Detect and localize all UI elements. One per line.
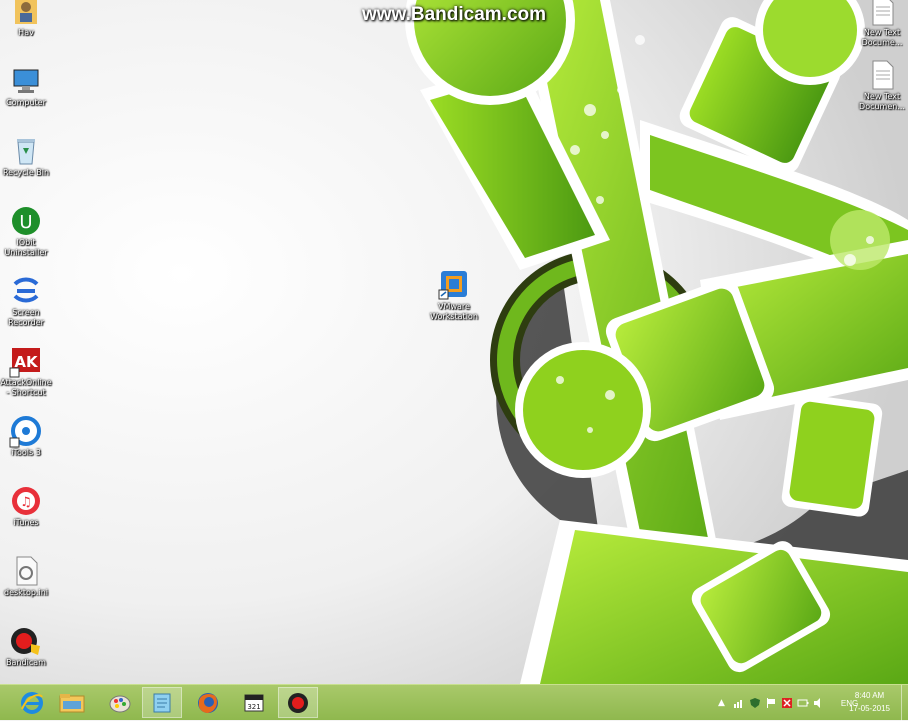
desktop-icon-attack-shortcut[interactable]: AK AttackOnline - Shortcut [0,344,52,398]
taskbar-clock[interactable]: 8:40 AM 17-05-2015 [849,689,890,715]
notepad-icon [153,693,171,712]
desktop-icon-recycle-bin[interactable]: Recycle Bin [0,134,52,178]
attack-shortcut-icon: AK [9,344,43,378]
svg-text:U: U [19,212,32,233]
flag-icon[interactable] [765,697,777,709]
text-document-icon [865,0,899,28]
paint-button[interactable] [100,687,140,718]
power-icon[interactable] [797,697,809,709]
error-icon[interactable] [781,697,793,709]
user-folder-icon [9,0,43,28]
itools-icon [9,414,43,448]
show-desktop-button[interactable] [901,685,908,721]
recycle-bin-icon [9,134,43,168]
internet-explorer-icon [21,691,43,714]
desktop-icon-text-document[interactable]: New Text Documen... [856,58,908,112]
network-icon[interactable] [733,697,745,709]
vmware-workstation-shortcut[interactable]: VMware Workstation [428,268,480,322]
media-player-classic-icon: 321 [244,694,264,711]
desktop-icon-text-document[interactable]: New Text Docume... [856,0,908,48]
system-tray: ▲ ENG [718,685,858,721]
taskbar: 321 ▲ ENG 8:40 AM 17-05-2015 [0,684,908,721]
desktop-icon-iobit-uninstaller[interactable]: U IObit Uninstaller [0,204,52,258]
bandicam-icon [9,624,43,658]
bandicam-record-icon [288,692,308,713]
desktop-icon-screen-recorder[interactable]: Screen Recorder [0,274,52,328]
desktop-icon-ini-file[interactable]: desktop.ini [0,554,52,598]
desktop-wallpaper [0,0,908,684]
paint-icon [109,695,131,712]
screen-recorder-icon [9,274,43,308]
firefox-button[interactable] [188,687,228,718]
tray-overflow-chevron-icon[interactable]: ▲ [718,698,725,708]
desktop-icon-itools[interactable]: iTools 3 [0,414,52,458]
desktop-icon-label: IObit Uninstaller [4,238,48,257]
file-explorer-icon [59,693,85,712]
text-document-icon [865,58,899,92]
media-player-classic-button[interactable]: 321 [234,687,274,718]
desktop-icon-label: New Text Docume... [861,28,903,47]
desktop-icon-label: VMware Workstation [430,302,478,321]
bandicam-record-button[interactable] [278,687,318,718]
desktop-icon-label: Screen Recorder [8,308,44,327]
desktop-icon-label: New Text Documen... [859,92,905,111]
desktop-icon-label: Hav [18,28,34,37]
firefox-icon [198,692,218,713]
desktop-icon-label: iTunes [13,518,39,527]
computer-icon [9,64,43,98]
desktop-icon-label: iTools 3 [11,448,41,457]
itunes-icon: ♫ [9,484,43,518]
shield-icon[interactable] [749,697,761,709]
iobit-uninstaller-icon: U [9,204,43,238]
speaker-icon[interactable] [813,697,825,709]
internet-explorer-button[interactable] [12,687,52,718]
notepad-button[interactable] [142,687,182,718]
desktop-icon-bandicam[interactable]: Bandicam [0,624,52,668]
wallpaper-art [0,0,908,684]
desktop-icon-label: Bandicam [6,658,46,667]
bandicam-watermark: www.Bandicam.com [361,4,547,25]
desktop-icon-label: Recycle Bin [2,168,50,177]
svg-text:♫: ♫ [20,495,32,510]
desktop-icon-user-folder[interactable]: Hav [0,0,52,38]
clock-time: 8:40 AM [854,691,885,700]
desktop-icon-computer[interactable]: Computer [0,64,52,108]
desktop-icon-label: AttackOnline - Shortcut [0,378,52,397]
desktop-icon-itunes[interactable]: ♫ iTunes [0,484,52,528]
vmware-icon [437,268,471,302]
clock-date: 17-05-2015 [849,704,890,713]
desktop-icon-label: Computer [6,98,46,107]
ini-file-icon [9,554,43,588]
desktop-icon-label: desktop.ini [4,588,48,597]
svg-text:321: 321 [247,703,260,711]
file-explorer-button[interactable] [52,687,92,718]
